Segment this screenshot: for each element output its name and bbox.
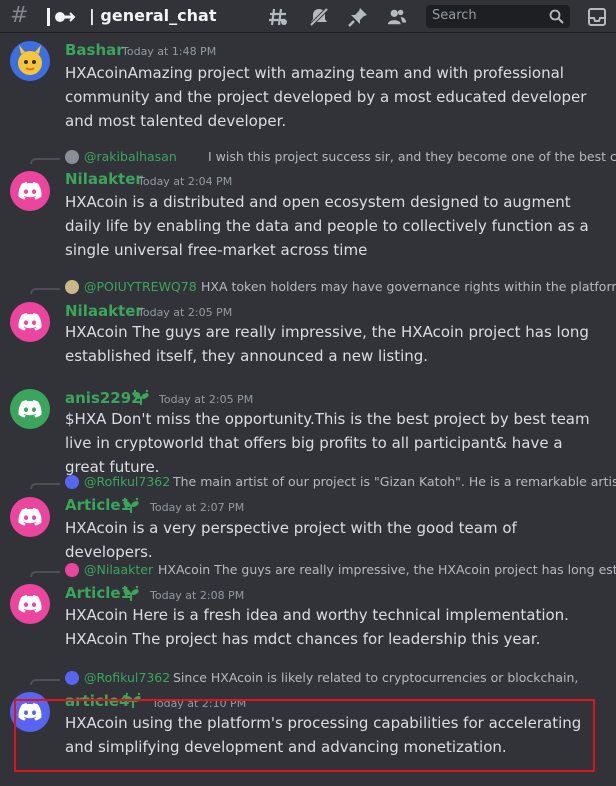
message-text: HXAcoin Here is a fresh idea and worthy …: [65, 606, 569, 648]
discord-logo-icon: [18, 400, 42, 418]
pin-icon[interactable]: [348, 7, 368, 27]
timestamp: Today at 2:04 PM: [138, 175, 233, 188]
avatar[interactable]: [10, 302, 50, 342]
reply-username[interactable]: @Nilaakter: [84, 563, 153, 577]
discord-logo-icon: [18, 313, 42, 331]
message-text: HXAcoin is a very perspective project wi…: [65, 519, 517, 561]
avatar[interactable]: [10, 497, 50, 537]
avatar[interactable]: [10, 41, 50, 81]
members-icon[interactable]: [387, 7, 407, 27]
message-text: HXAcoin The guys are really impressive, …: [65, 323, 589, 365]
reply-spine: [30, 483, 60, 489]
reply-preview[interactable]: @Rofikul7362 Since HXAcoin is likely rel…: [30, 671, 616, 685]
message-text: $HXA Don't miss the opportunity.This is …: [65, 410, 590, 476]
avatar[interactable]: [10, 584, 50, 624]
avatar[interactable]: [10, 171, 50, 211]
username[interactable]: Bashar: [65, 41, 124, 59]
reply-text: HXAcoin The guys are really impressive, …: [158, 563, 616, 577]
reply-preview[interactable]: @Rofikul7362 The main artist of our proj…: [30, 475, 616, 489]
username[interactable]: anis2292: [65, 389, 142, 407]
timestamp: Today at 2:05 PM: [159, 393, 254, 406]
discord-logo-icon: [18, 508, 42, 526]
timestamp: Today at 2:08 PM: [150, 589, 245, 602]
reply-spine: [30, 158, 60, 164]
reply-spine: [30, 679, 60, 685]
channel-header: # | general_chat Search: [0, 0, 616, 33]
avatar[interactable]: [10, 389, 50, 429]
threads-icon[interactable]: [268, 7, 288, 27]
sprout-badge-icon: [123, 585, 139, 601]
reply-text: HXA token holders may have governance ri…: [201, 280, 616, 294]
message-text: HXAcoinAmazing project with amazing team…: [65, 64, 587, 130]
timestamp: Today at 1:48 PM: [122, 45, 217, 58]
reply-username[interactable]: @rakibalhasan: [84, 150, 177, 164]
reply-preview[interactable]: @Nilaakter HXAcoin The guys are really i…: [30, 563, 616, 577]
inbox-icon[interactable]: [587, 7, 607, 27]
hash-icon: #: [10, 3, 29, 28]
reply-text: I wish this project success sir, and the…: [208, 150, 616, 164]
sprout-badge-icon: [123, 497, 139, 513]
reply-avatar: [65, 671, 79, 685]
mute-icon[interactable]: [309, 7, 329, 27]
timestamp: Today at 2:05 PM: [138, 306, 233, 319]
username[interactable]: Nilaakter: [65, 302, 143, 320]
username[interactable]: Nilaakter: [65, 170, 143, 188]
channel-title: | general_chat: [89, 6, 217, 25]
reply-avatar: [65, 150, 79, 164]
reply-avatar: [65, 475, 79, 489]
reply-avatar: [65, 563, 79, 577]
search-input[interactable]: Search: [426, 5, 570, 28]
reply-text: Since HXAcoin is likely related to crypt…: [173, 671, 579, 685]
message-text: HXAcoin is a distributed and open ecosys…: [65, 193, 589, 259]
discord-logo-icon: [18, 595, 42, 613]
reply-spine: [30, 571, 60, 577]
reply-avatar: [65, 280, 79, 294]
highlight-box: [14, 699, 595, 772]
reply-username[interactable]: @Rofikul7362: [84, 475, 170, 489]
timestamp: Today at 2:07 PM: [150, 501, 245, 514]
reply-username[interactable]: @Rofikul7362: [84, 671, 170, 685]
reply-preview[interactable]: @rakibalhasan I wish this project succes…: [30, 150, 616, 164]
thread-icon: [47, 8, 76, 26]
search-icon: [549, 9, 564, 24]
reply-text: The main artist of our project is "Gizan…: [173, 475, 616, 489]
reply-preview[interactable]: @POIUYTREWQ78 HXA token holders may have…: [30, 280, 616, 294]
reply-username[interactable]: @POIUYTREWQ78: [84, 280, 197, 294]
discord-logo-icon: [18, 182, 42, 200]
reply-spine: [30, 288, 60, 294]
sprout-badge-icon: [133, 389, 149, 405]
